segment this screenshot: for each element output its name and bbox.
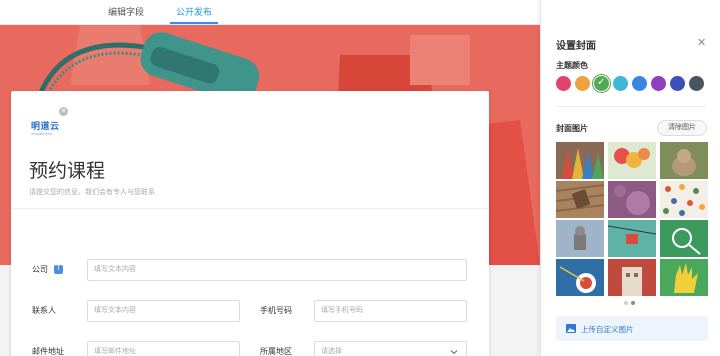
- color-swatch-orange[interactable]: [575, 76, 590, 91]
- checkmark-icon: ✓: [597, 77, 606, 88]
- form-title: 预约课程: [29, 161, 106, 182]
- top-tab-bar: 编辑字段 公开发布: [0, 0, 540, 25]
- company-input[interactable]: 填写文本内容: [87, 259, 467, 281]
- remove-logo-icon[interactable]: ✕: [59, 107, 68, 116]
- color-swatch-purple[interactable]: [651, 76, 666, 91]
- robot-thumbnail-image: [556, 220, 604, 257]
- color-swatch-cyan[interactable]: [613, 76, 628, 91]
- company-label: 公司 T: [32, 264, 63, 275]
- close-icon[interactable]: ✕: [697, 36, 706, 49]
- page-dot-active[interactable]: [631, 301, 635, 305]
- text-field-type-icon: T: [54, 265, 63, 275]
- cover-image-grid: [556, 142, 708, 296]
- pencils-thumbnail-image: [556, 142, 604, 179]
- wood-thumbnail-image: [556, 181, 604, 218]
- contact-input[interactable]: 填写文本内容: [87, 300, 240, 322]
- color-swatch-indigo[interactable]: [670, 76, 685, 91]
- cover-settings-panel: 设置封面 ✕ 主题颜色 ✓ 封面图片 清除图片 上传自定义图片: [540, 0, 720, 356]
- image-icon: [566, 324, 576, 333]
- pattern-thumbnail-image: [660, 181, 708, 218]
- tennis-thumbnail-image: [660, 220, 708, 257]
- cover-thumbnail-tennis[interactable]: [660, 220, 708, 257]
- active-tab-indicator: [170, 22, 218, 24]
- cover-thumbnail-cat[interactable]: [660, 142, 708, 179]
- region-label: 所属地区: [260, 347, 292, 356]
- target-thumbnail-image: [556, 259, 604, 296]
- phone-label: 手机号码: [260, 306, 292, 315]
- form-preview-canvas: 明道云 mingdao.com ✕ 预约课程 请提交您的信息，我们会有专人与您联…: [0, 25, 540, 356]
- logo-subtext: mingdao.com: [31, 132, 53, 136]
- region-select[interactable]: 请选择: [314, 341, 467, 356]
- form-card: 明道云 mingdao.com ✕ 预约课程 请提交您的信息，我们会有专人与您联…: [11, 91, 489, 356]
- panel-title: 设置封面: [556, 41, 596, 52]
- cat-thumbnail-image: [660, 142, 708, 179]
- cover-thumbnail-robot[interactable]: [556, 220, 604, 257]
- email-input[interactable]: 填写邮件地址: [87, 341, 240, 356]
- cover-thumbnail-target[interactable]: [556, 259, 604, 296]
- color-swatch-pink[interactable]: [556, 76, 571, 91]
- divider: [11, 208, 489, 209]
- glove-thumbnail-image: [660, 259, 708, 296]
- logo-text: 明道云: [31, 121, 60, 131]
- divider: [556, 106, 706, 107]
- cover-thumbnail-pattern[interactable]: [660, 181, 708, 218]
- form-description: 请提交您的信息，我们会有专人与您联系: [29, 189, 155, 196]
- cover-thumbnail-building[interactable]: [608, 259, 656, 296]
- upload-custom-image-button[interactable]: 上传自定义图片: [556, 316, 708, 341]
- contact-label: 联系人: [32, 306, 56, 315]
- building-thumbnail-image: [608, 259, 656, 296]
- company-label-text: 公司: [32, 265, 48, 274]
- upload-custom-image-label: 上传自定义图片: [581, 325, 634, 334]
- brand-logo: 明道云 mingdao.com: [31, 119, 60, 136]
- cover-thumbnail-balloons[interactable]: [608, 142, 656, 179]
- clear-image-button[interactable]: 清除图片: [657, 120, 707, 136]
- cover-thumbnail-purple-blur[interactable]: [608, 181, 656, 218]
- phone-input[interactable]: 填写手机号码: [314, 300, 467, 322]
- theme-color-label: 主题颜色: [556, 61, 588, 70]
- color-swatch-slate[interactable]: [689, 76, 704, 91]
- balloons-thumbnail-image: [608, 142, 656, 179]
- region-select-placeholder: 请选择: [321, 348, 342, 355]
- cable-car-thumbnail-image: [608, 220, 656, 257]
- color-swatch-blue[interactable]: [632, 76, 647, 91]
- page-indicator: [624, 301, 644, 306]
- cover-thumbnail-glove[interactable]: [660, 259, 708, 296]
- cover-thumbnail-pencils[interactable]: [556, 142, 604, 179]
- cover-image-label: 封面图片: [556, 124, 588, 133]
- page-dot[interactable]: [624, 301, 628, 305]
- color-swatch-green[interactable]: ✓: [594, 76, 609, 91]
- email-label: 邮件地址: [32, 347, 64, 356]
- purple-blur-thumbnail-image: [608, 181, 656, 218]
- cover-thumbnail-cable-car[interactable]: [608, 220, 656, 257]
- chevron-down-icon: [450, 350, 458, 355]
- cover-thumbnail-wood[interactable]: [556, 181, 604, 218]
- tab-publish[interactable]: 公开发布: [176, 5, 212, 18]
- tab-edit-fields[interactable]: 编辑字段: [108, 5, 144, 18]
- theme-color-swatches: ✓: [556, 76, 711, 92]
